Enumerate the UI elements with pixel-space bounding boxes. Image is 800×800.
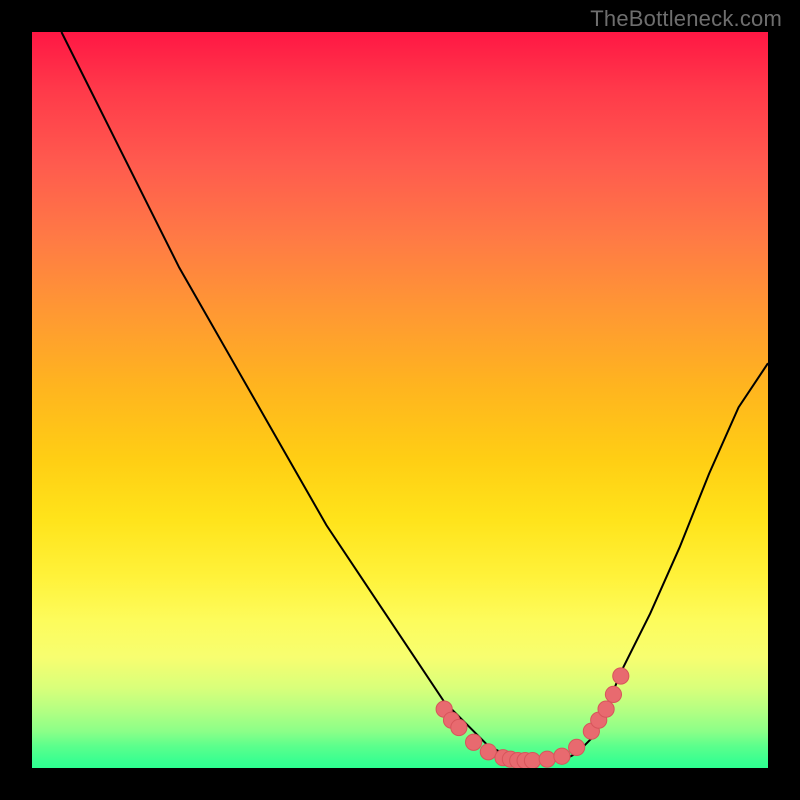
- highlight-dot: [539, 751, 555, 767]
- highlight-dot: [451, 719, 467, 735]
- highlight-dot: [569, 739, 585, 755]
- highlight-dot: [466, 734, 482, 750]
- bottleneck-curve: [61, 32, 768, 761]
- chart-frame: TheBottleneck.com: [0, 0, 800, 800]
- highlight-dot: [598, 701, 614, 717]
- bottleneck-curve-svg: [32, 32, 768, 768]
- highlight-dot: [480, 744, 496, 760]
- highlight-dot: [554, 748, 570, 764]
- highlight-dot: [613, 668, 629, 684]
- watermark-text: TheBottleneck.com: [590, 6, 782, 32]
- plot-area: [32, 32, 768, 768]
- highlight-dot: [524, 753, 540, 768]
- highlight-dot: [605, 686, 621, 702]
